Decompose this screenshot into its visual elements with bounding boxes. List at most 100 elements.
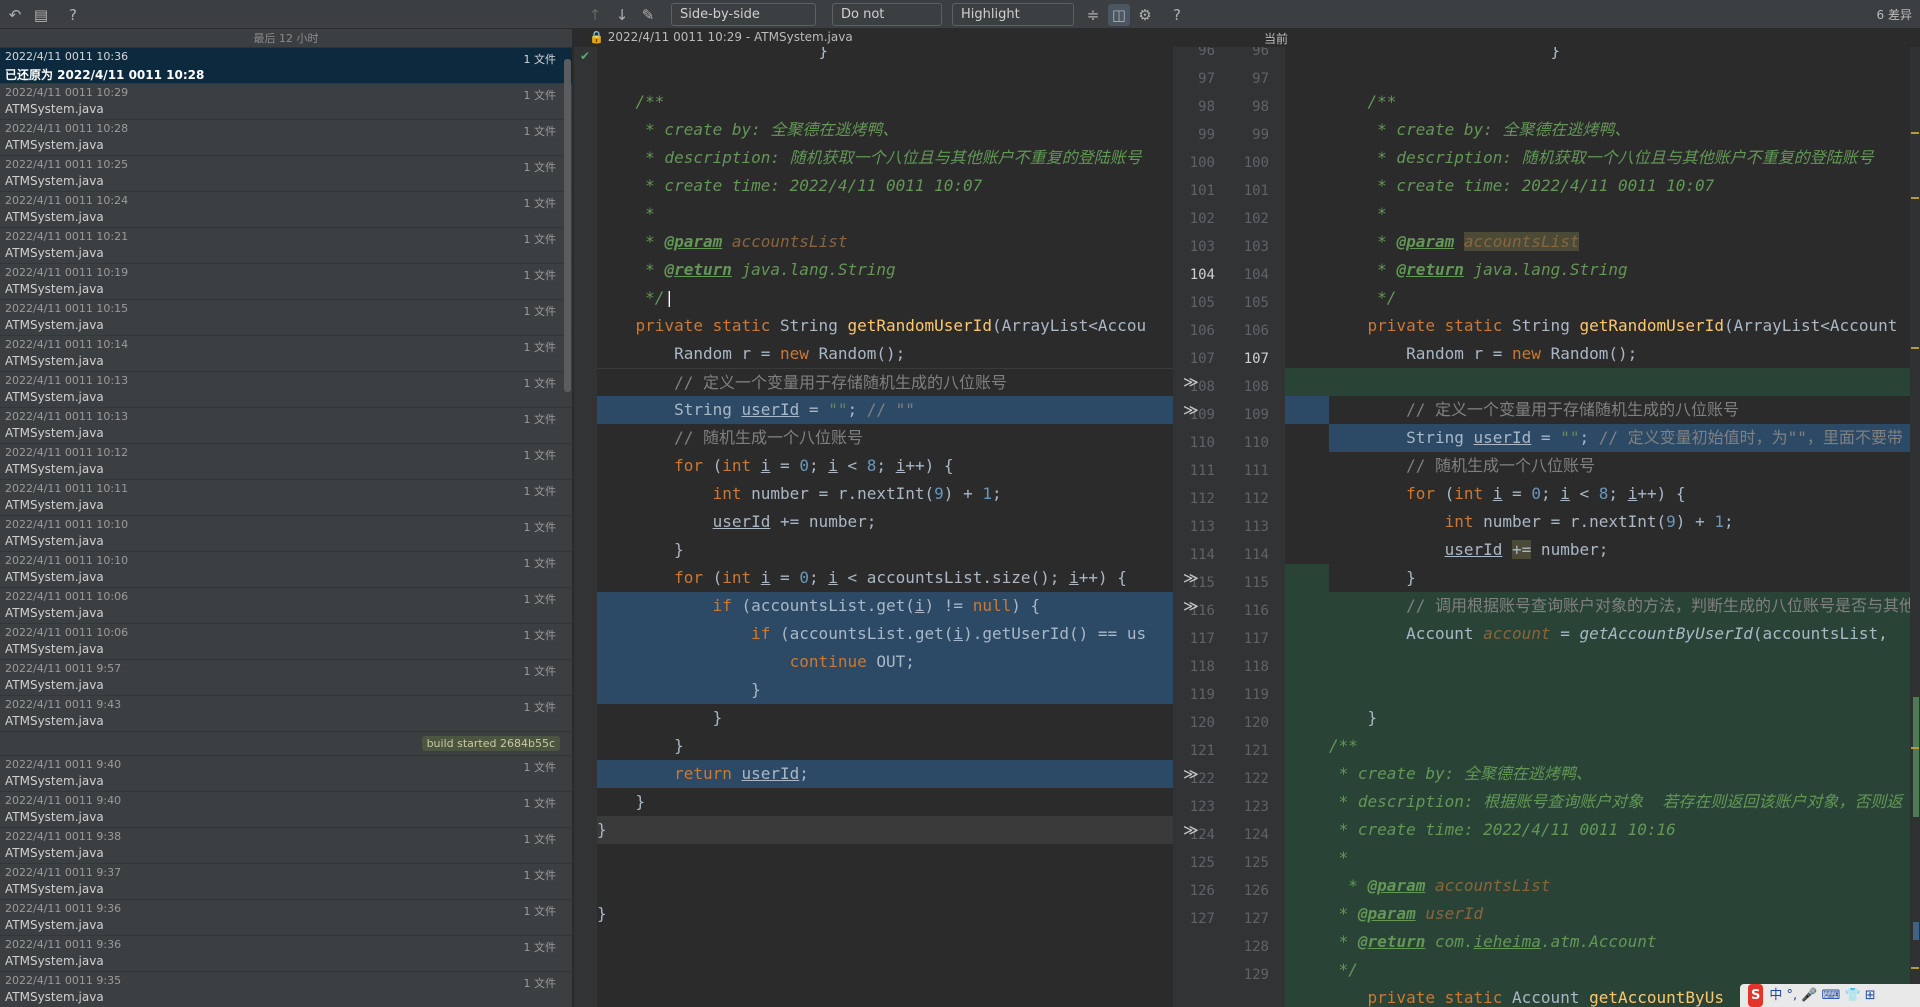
left-code-pane[interactable]: } /** * create by: 全聚德在逃烤鸭、 * descriptio… [597, 47, 1173, 1007]
line-number: 114 [1243, 547, 1269, 563]
history-datetime: 2022/4/11 0011 10:19 [5, 266, 129, 279]
history-item[interactable]: 2022/4/11 0011 9:40 ATMSystem.java 1 文件 [0, 792, 572, 828]
history-datetime: 2022/4/11 0011 10:13 [5, 410, 129, 423]
line-number: 116 [1243, 603, 1269, 619]
line-number: 97 [1198, 71, 1215, 87]
right-file-title: 当前 [1264, 32, 1289, 46]
history-item[interactable]: 2022/4/11 0011 10:10 ATMSystem.java 1 文件 [0, 516, 572, 552]
history-item[interactable]: 2022/4/11 0011 10:14 ATMSystem.java 1 文件 [0, 336, 572, 372]
history-file: ATMSystem.java [5, 318, 104, 332]
accept-change-icon[interactable]: ≫ [1183, 396, 1199, 424]
line-number: 117 [1189, 631, 1215, 647]
line-number: 125 [1243, 855, 1269, 871]
history-count: 1 文件 [523, 125, 557, 138]
accept-change-icon[interactable]: ≫ [1183, 368, 1199, 396]
history-datetime: 2022/4/11 0011 10:13 [5, 374, 129, 387]
line-number: 102 [1189, 211, 1215, 227]
scrollbar[interactable] [564, 59, 571, 392]
history-item[interactable]: 2022/4/11 0011 10:06 ATMSystem.java 1 文件 [0, 588, 572, 624]
code-line: } [1329, 47, 1561, 60]
highlight-mode-dropdown[interactable]: Highlight words▼ [952, 3, 1074, 43]
line-number: 101 [1189, 183, 1215, 199]
code-line: } [597, 47, 829, 60]
history-file: ATMSystem.java [5, 174, 104, 188]
next-difference-icon[interactable]: ↓ [611, 4, 633, 26]
history-file: ATMSystem.java [5, 678, 104, 692]
previous-difference-icon[interactable]: ↑ [584, 4, 606, 26]
code-line-added: } [1329, 704, 1920, 732]
code-line: private static String getRandomUserId(Ar… [1367, 316, 1898, 335]
help-button[interactable]: ? [1166, 4, 1188, 26]
history-item[interactable]: 2022/4/11 0011 9:38 ATMSystem.java 1 文件 [0, 828, 572, 864]
history-item[interactable]: 2022/4/11 0011 10:06 ATMSystem.java 1 文件 [0, 624, 572, 660]
accept-change-icon[interactable]: ≫ [1183, 564, 1199, 592]
history-item[interactable]: 2022/4/11 0011 9:40 ATMSystem.java 1 文件 [0, 756, 572, 792]
line-number: 128 [1243, 939, 1269, 955]
diff-header: 🔒 2022/4/11 0011 10:29 - ATMSystem.java … [574, 29, 1920, 47]
history-item[interactable]: 2022/4/11 0011 10:10 ATMSystem.java 1 文件 [0, 552, 572, 588]
line-number: 109 [1243, 407, 1269, 423]
build-label-row: build started 2684b55c [0, 732, 572, 756]
history-file: ATMSystem.java [5, 714, 104, 728]
code-line-added: * [1329, 844, 1920, 872]
history-item-selected[interactable]: 2022/4/11 0011 10:36 已还原为 2022/4/11 0011… [0, 48, 572, 84]
history-item[interactable]: 2022/4/11 0011 10:21 ATMSystem.java 1 文件 [0, 228, 572, 264]
line-number: 105 [1243, 295, 1269, 311]
collapse-unchanged-icon[interactable]: ≑ [1082, 4, 1104, 26]
history-item[interactable]: 2022/4/11 0011 9:35 ATMSystem.java 1 文件 [0, 972, 572, 1007]
history-file: ATMSystem.java [5, 990, 104, 1004]
code-line-added: Account account = getAccountByUserId(acc… [1329, 620, 1920, 648]
code-line: Random r = new Random(); [597, 344, 906, 363]
history-item[interactable]: 2022/4/11 0011 10:12 ATMSystem.java 1 文件 [0, 444, 572, 480]
history-item[interactable]: 2022/4/11 0011 10:24 ATMSystem.java 1 文件 [0, 192, 572, 228]
history-item[interactable]: 2022/4/11 0011 10:25 ATMSystem.java 1 文件 [0, 156, 572, 192]
history-item[interactable]: 2022/4/11 0011 10:29 ATMSystem.java 1 文件 [0, 84, 572, 120]
history-file: ATMSystem.java [5, 570, 104, 584]
line-number: 122 [1243, 771, 1269, 787]
edit-icon[interactable]: ✎ [637, 4, 659, 26]
history-item[interactable]: 2022/4/11 0011 9:37 ATMSystem.java 1 文件 [0, 864, 572, 900]
revert-icon[interactable]: ↶ [4, 4, 26, 26]
accept-change-icon[interactable]: ≫ [1183, 592, 1199, 620]
save-icon[interactable]: ▤ [30, 4, 52, 26]
history-item[interactable]: 2022/4/11 0011 10:28 ATMSystem.java 1 文件 [0, 120, 572, 156]
code-line: */| [635, 288, 675, 307]
history-item[interactable]: 2022/4/11 0011 9:36 ATMSystem.java 1 文件 [0, 936, 572, 972]
history-count: 1 文件 [523, 557, 557, 570]
line-number: 107 [1243, 351, 1269, 367]
line-number: 112 [1243, 491, 1269, 507]
sync-scroll-icon[interactable]: ◫ [1108, 4, 1130, 26]
accept-change-icon[interactable]: ≫ [1183, 760, 1199, 788]
code-line: * description: 随机获取一个八位且与其他账户不重复的登陆账号 [635, 148, 1142, 167]
history-item[interactable]: 2022/4/11 0011 10:13 ATMSystem.java 1 文件 [0, 372, 572, 408]
history-datetime: 2022/4/11 0011 9:57 [5, 662, 122, 675]
history-datetime: 2022/4/11 0011 9:43 [5, 698, 122, 711]
history-item[interactable]: 2022/4/11 0011 10:11 ATMSystem.java 1 文件 [0, 480, 572, 516]
history-file: ATMSystem.java [5, 882, 104, 896]
ime-toolbar[interactable]: S 中 °, 🎤 ⌨ 👕 ⊞ [1740, 984, 1920, 1007]
viewer-mode-dropdown[interactable]: Side-by-side viewer▼ [671, 3, 816, 43]
error-stripe[interactable] [1910, 47, 1920, 1007]
history-item[interactable]: 2022/4/11 0011 9:36 ATMSystem.java 1 文件 [0, 900, 572, 936]
line-number: 117 [1243, 631, 1269, 647]
history-datetime: 2022/4/11 0011 9:36 [5, 902, 122, 915]
history-count: 1 文件 [523, 341, 557, 354]
history-item[interactable]: 2022/4/11 0011 9:57 ATMSystem.java 1 文件 [0, 660, 572, 696]
history-item[interactable]: 2022/4/11 0011 10:15 ATMSystem.java 1 文件 [0, 300, 572, 336]
build-badge: build started 2684b55c [421, 736, 560, 751]
history-item[interactable]: 2022/4/11 0011 10:19 ATMSystem.java 1 文件 [0, 264, 572, 300]
history-datetime: 2022/4/11 0011 10:29 [5, 86, 129, 99]
code-line: * [1367, 204, 1387, 223]
ignore-mode-dropdown[interactable]: Do not ignore▼ [832, 3, 942, 43]
history-file: ATMSystem.java [5, 390, 104, 404]
history-item[interactable]: 2022/4/11 0011 9:43 ATMSystem.java 1 文件 [0, 696, 572, 732]
history-datetime: 2022/4/11 0011 10:24 [5, 194, 129, 207]
gear-icon[interactable]: ⚙ [1134, 4, 1156, 26]
code-line-changed: String userId = ""; // 定义变量初始值时，为""，里面不要… [1329, 424, 1920, 452]
history-datetime: 2022/4/11 0011 10:11 [5, 482, 129, 495]
history-item[interactable]: 2022/4/11 0011 10:13 ATMSystem.java 1 文件 [0, 408, 572, 444]
right-code-pane[interactable]: } /** * create by: 全聚德在逃烤鸭、 * descriptio… [1329, 47, 1920, 1007]
accept-change-icon[interactable]: ≫ [1183, 816, 1199, 844]
help-button[interactable]: ? [62, 4, 84, 26]
code-line-added: * @param userId [1329, 900, 1920, 928]
